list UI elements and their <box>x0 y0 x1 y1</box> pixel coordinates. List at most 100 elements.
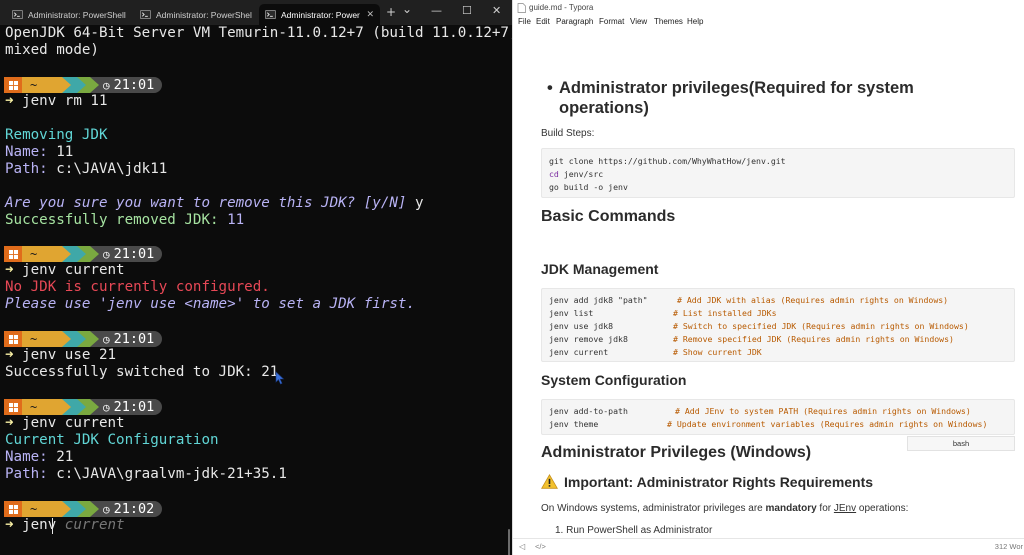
menu-file[interactable]: File <box>518 17 531 26</box>
code-language-selector[interactable]: bash <box>907 436 1015 451</box>
code-line: jenv use jdk8 # Switch to specified JDK (… <box>549 321 969 331</box>
code-text: jenv add-to-path <box>549 406 628 416</box>
confirm-text: Are you sure you want to remove this JDK… <box>5 195 407 211</box>
powershell-icon <box>140 10 151 19</box>
important-heading[interactable]: Important: Administrator Rights Requirem… <box>541 474 873 490</box>
terminal-tab-3[interactable]: Administrator: PowerShe ✕ <box>259 4 380 25</box>
build-code-block[interactable]: git clone https://github.com/WhyWhatHow/… <box>541 148 1015 198</box>
powershell-icon <box>12 10 23 19</box>
menu-edit[interactable]: Edit <box>536 17 550 26</box>
prompt-bar: ~ ◷ 21:01 <box>4 246 163 262</box>
code-line: jenv theme # Update environment variables… <box>549 419 987 429</box>
new-tab-button[interactable]: + <box>386 6 396 18</box>
file-icon <box>517 3 526 13</box>
label-text: Name: <box>5 144 48 160</box>
system-configuration-heading[interactable]: System Configuration <box>541 372 686 388</box>
admin-privileges-heading[interactable]: Administrator Privileges (Windows) <box>541 444 811 462</box>
prompt-clock: ◷ 21:01 <box>99 246 163 262</box>
prompt-arrow-icon: ➜ <box>5 415 14 431</box>
value-text: 11 <box>47 144 74 160</box>
jdk-code-block[interactable]: jenv add jdk8 "path" # Add JDK with alias… <box>541 288 1015 362</box>
code-text: jenv/src <box>558 169 604 179</box>
menu-view[interactable]: View <box>630 17 647 26</box>
clock-icon: ◷ <box>103 332 110 346</box>
document-editor[interactable]: • Administrator privileges(Required for … <box>513 30 1024 538</box>
prompt-chevron <box>77 246 86 262</box>
label-text: Name: <box>5 449 48 465</box>
typora-title-bar: guide.md - Typora <box>513 0 1024 16</box>
terminal-scrollbar[interactable] <box>508 529 510 555</box>
terminal-output[interactable]: OpenJDK 64-Bit Server VM Temurin-11.0.12… <box>0 25 512 555</box>
code-keyword: cd <box>549 169 559 179</box>
code-line: jenv current # Show current JDK <box>549 347 762 357</box>
step-list-item[interactable]: 1. Run PowerShell as Administrator <box>555 525 712 536</box>
typora-window[interactable]: guide.md - Typora File Edit Paragraph Fo… <box>512 0 1024 555</box>
prompt-time: 21:01 <box>113 77 155 93</box>
word-count[interactable]: 312 Wor <box>995 542 1023 551</box>
code-line: jenv remove jdk8 # Remove specified JDK (… <box>549 334 954 344</box>
prompt-chevron <box>62 331 71 347</box>
terminal-input-line[interactable]: ➜ jenv current <box>5 517 125 534</box>
paragraph-text: operations: <box>856 503 909 514</box>
code-line: go build -o jenv <box>549 182 628 192</box>
hint-line: Please use 'jenv use <name>' to set a JD… <box>5 296 415 312</box>
prompt-clock: ◷ 21:01 <box>99 77 163 93</box>
prompt-chevron <box>77 501 86 517</box>
terminal-line: Successfully switched to JDK: 21 <box>5 364 279 380</box>
menu-themes[interactable]: Themes <box>654 17 683 26</box>
paragraph-text: On Windows systems, administrator privil… <box>541 503 766 514</box>
code-comment: # Remove specified JDK (Requires admin r… <box>673 334 954 344</box>
windows-logo-icon <box>4 331 22 347</box>
build-steps-label[interactable]: Build Steps: <box>541 128 594 139</box>
prompt-time: 21:01 <box>113 399 155 415</box>
source-code-mode-icon[interactable]: </> <box>535 542 546 551</box>
prompt-arrow-icon: ➜ <box>5 93 14 109</box>
paragraph-text: for <box>816 503 834 514</box>
minimize-button[interactable]: — <box>431 5 442 17</box>
prompt-arrow-icon: ➜ <box>5 347 14 363</box>
command-text: jenv rm 11 <box>22 93 108 109</box>
terminal-tab-2[interactable]: Administrator: PowerShell <box>134 4 258 25</box>
prompt-chevron <box>77 331 86 347</box>
windows-note-paragraph[interactable]: On Windows systems, administrator privil… <box>541 503 908 514</box>
code-line: jenv add-to-path # Add JEnv to system PAT… <box>549 406 971 416</box>
windows-logo-icon <box>4 399 22 415</box>
menu-format[interactable]: Format <box>599 17 624 26</box>
terminal-line: ➜ jenv rm 11 <box>5 93 108 110</box>
warning-icon <box>541 474 558 489</box>
typora-status-bar: ◁ </> 312 Wor <box>513 538 1024 555</box>
prompt-clock: ◷ 21:01 <box>99 399 163 415</box>
prompt-chevron <box>90 246 99 262</box>
code-text: jenv theme <box>549 419 599 429</box>
code-text: jenv use jdk8 <box>549 321 614 331</box>
menu-help[interactable]: Help <box>687 17 703 26</box>
tab-dropdown-icon[interactable]: ⌄ <box>402 3 412 15</box>
code-comment: # Switch to specified JDK (Requires admi… <box>673 321 969 331</box>
terminal-line: Are you sure you want to remove this JDK… <box>5 195 424 212</box>
code-comment: # List installed JDKs <box>673 308 777 318</box>
close-tab-icon[interactable]: ✕ <box>366 9 374 20</box>
terminal-tab-1[interactable]: Administrator: PowerShell <box>6 4 132 25</box>
terminal-line: Successfully removed JDK: 11 <box>5 212 244 229</box>
code-comment: # Update environment variables (Requires… <box>667 419 988 429</box>
menu-paragraph[interactable]: Paragraph <box>556 17 593 26</box>
maximize-button[interactable]: ☐ <box>462 5 472 17</box>
heading-text: Administrator privileges(Required for sy… <box>559 79 914 97</box>
terminal-line: Path: c:\JAVA\graalvm-jdk-21+35.1 <box>5 466 287 483</box>
sys-code-block[interactable]: jenv add-to-path # Add JEnv to system PAT… <box>541 399 1015 435</box>
close-window-button[interactable]: ✕ <box>492 5 501 17</box>
confirm-answer: y <box>406 195 424 211</box>
value-text: c:\JAVA\jdk11 <box>47 161 168 177</box>
label-text: Path: <box>5 161 48 177</box>
admin-heading-list-item[interactable]: Administrator privileges(Required for sy… <box>559 78 999 118</box>
jdk-management-heading[interactable]: JDK Management <box>541 261 658 277</box>
outline-toggle-icon[interactable]: ◁ <box>519 542 525 551</box>
terminal-window[interactable]: Administrator: PowerShell Administrator:… <box>0 0 512 555</box>
autosuggest-text: current <box>56 517 125 533</box>
basic-commands-heading[interactable]: Basic Commands <box>541 208 675 226</box>
prompt-home: ~ <box>22 501 62 517</box>
prompt-clock: ◷ 21:01 <box>99 331 163 347</box>
terminal-tab-1-label: Administrator: PowerShell <box>28 9 126 20</box>
code-text: jenv current <box>549 347 609 357</box>
code-text: jenv add jdk8 "path" <box>549 295 648 305</box>
